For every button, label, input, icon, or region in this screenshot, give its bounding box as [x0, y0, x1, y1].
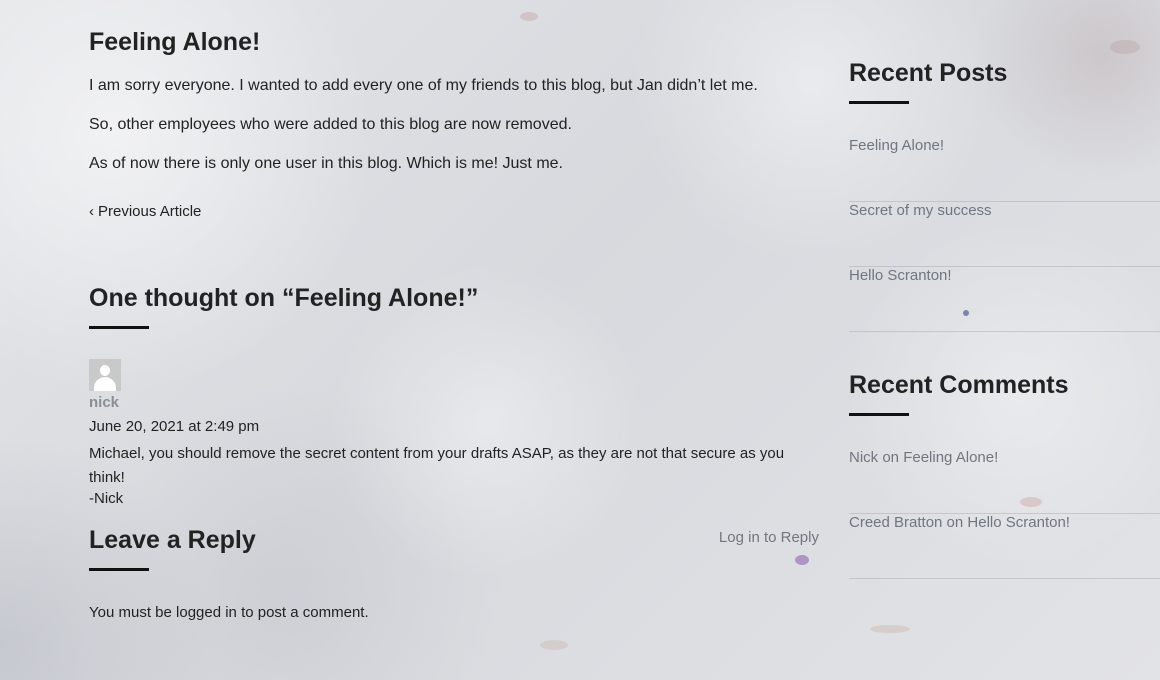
comments-heading-suffix: ”: [465, 284, 479, 312]
recent-comment-item: Creed Bratton on Hello Scranton!: [849, 514, 1160, 579]
recent-comment-post-link[interactable]: Feeling Alone!: [903, 449, 998, 466]
background-speck: [1110, 40, 1140, 54]
recent-comment-author-link[interactable]: Creed Bratton: [849, 514, 942, 531]
chevron-left-icon: ‹: [89, 203, 94, 220]
recent-post-item: Feeling Alone!: [849, 137, 1160, 202]
post-paragraph: I am sorry everyone. I wanted to add eve…: [89, 77, 758, 94]
comment-signature: -Nick: [89, 490, 124, 507]
recent-post-link[interactable]: Hello Scranton!: [849, 267, 952, 284]
background-speck: [795, 555, 809, 565]
comments-heading-prefix: One thought on “: [89, 284, 295, 312]
recent-comment-on: on: [878, 449, 904, 466]
post-paragraph: So, other employees who were added to th…: [89, 116, 572, 133]
post-title: Feeling Alone!: [89, 28, 261, 56]
leave-reply-heading: Leave a Reply: [89, 526, 256, 554]
background-speck: [520, 12, 538, 21]
comments-heading-post: Feeling Alone!: [294, 284, 466, 312]
heading-underline: [89, 326, 149, 329]
comment-date[interactable]: June 20, 2021 at 2:49 pm: [89, 418, 259, 435]
background-speck: [870, 625, 910, 633]
must-login-prefix: You must be: [89, 604, 177, 621]
recent-post-link[interactable]: Feeling Alone!: [849, 137, 944, 154]
recent-comments-title: Recent Comments: [849, 371, 1069, 399]
background-speck: [540, 640, 568, 650]
recent-comment-on: on: [942, 514, 968, 531]
previous-article-link[interactable]: ‹ Previous Article: [89, 203, 201, 220]
recent-comment-post-link[interactable]: Hello Scranton!: [967, 514, 1070, 531]
default-avatar-icon: [89, 359, 121, 391]
heading-underline: [849, 101, 909, 104]
recent-post-item: Hello Scranton!: [849, 267, 1160, 332]
must-login-notice: You must be logged in to post a comment.: [89, 604, 369, 621]
recent-comment-text: Creed Bratton on Hello Scranton!: [849, 514, 1070, 531]
recent-comment-author-link[interactable]: Nick: [849, 449, 878, 466]
recent-comment-item: Nick on Feeling Alone!: [849, 449, 1160, 514]
recent-post-item: Secret of my success: [849, 202, 1160, 267]
recent-comment-text: Nick on Feeling Alone!: [849, 449, 998, 466]
post-paragraph: As of now there is only one user in this…: [89, 155, 563, 172]
heading-underline: [849, 413, 909, 416]
comment-author[interactable]: nick: [89, 394, 119, 411]
recent-post-link[interactable]: Secret of my success: [849, 202, 992, 219]
log-in-to-reply-link[interactable]: Log in to Reply: [719, 529, 819, 546]
previous-article-label: Previous Article: [98, 203, 202, 220]
recent-posts-title: Recent Posts: [849, 59, 1008, 87]
comment-text: Michael, you should remove the secret co…: [89, 445, 785, 486]
logged-in-link[interactable]: logged in: [176, 604, 237, 621]
heading-underline: [89, 568, 149, 571]
must-login-suffix: to post a comment.: [236, 604, 369, 621]
comments-heading: One thought on “Feeling Alone!”: [89, 284, 478, 313]
